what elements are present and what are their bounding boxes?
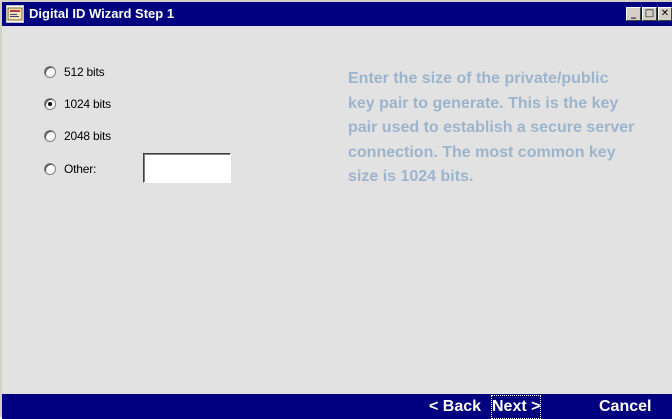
wizard-content: 512 bits 1024 bits 2048 bits Other: Ente… — [2, 26, 672, 394]
help-text: Enter the size of the private/public key… — [348, 70, 635, 185]
other-size-input[interactable] — [143, 153, 231, 183]
radio-label: 512 bits — [64, 65, 105, 79]
app-icon[interactable] — [6, 5, 24, 23]
close-icon[interactable]: ✕ — [658, 7, 672, 21]
radio-button-checked-icon[interactable] — [44, 98, 56, 110]
radio-label: 1024 bits — [64, 97, 111, 111]
radio-button-icon[interactable] — [44, 66, 56, 78]
radio-option-other[interactable]: Other: — [44, 159, 96, 179]
cancel-button[interactable]: Cancel — [599, 396, 651, 418]
title-bar[interactable]: Digital ID Wizard Step 1 _ □ ✕ — [2, 2, 672, 26]
radio-option-512[interactable]: 512 bits — [44, 62, 105, 82]
maximize-icon[interactable]: □ — [642, 7, 657, 21]
window-title: Digital ID Wizard Step 1 — [29, 6, 175, 21]
radio-label: 2048 bits — [64, 129, 111, 143]
next-button[interactable]: Next > — [490, 395, 542, 419]
radio-button-icon[interactable] — [44, 163, 56, 175]
radio-option-1024[interactable]: 1024 bits — [44, 94, 111, 114]
radio-option-2048[interactable]: 2048 bits — [44, 126, 111, 146]
radio-label: Other: — [64, 162, 97, 176]
minimize-icon[interactable]: _ — [626, 7, 641, 21]
back-button[interactable]: < Back — [429, 396, 481, 418]
radio-button-icon[interactable] — [44, 130, 56, 142]
wizard-window: Digital ID Wizard Step 1 _ □ ✕ 512 bits … — [0, 0, 672, 419]
wizard-footer: < Back Next > Cancel — [2, 394, 672, 419]
